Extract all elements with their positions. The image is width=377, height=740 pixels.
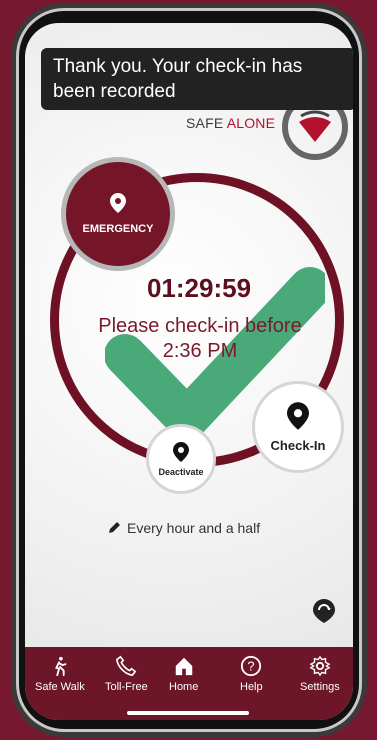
deactivate-label: Deactivate [158,466,204,477]
toast-notification: Thank you. Your check-in has been record… [41,48,353,110]
location-pin-icon [110,193,126,213]
pencil-icon [109,522,120,533]
location-refresh-icon[interactable] [311,598,337,624]
app-screen: Thank you. Your check-in has been record… [25,23,353,720]
phone-icon [116,655,137,677]
location-pin-icon [287,401,309,430]
brand-alone: ALONE [226,115,276,131]
nav-safe-walk-label: Safe Walk [35,681,85,693]
walking-person-icon [54,656,67,677]
check-in-label: Check-In [270,437,326,453]
gear-icon [309,655,331,677]
interval-label: Every hour and a half [127,520,261,536]
home-icon [175,657,192,676]
nav-settings[interactable]: Settings [300,655,340,693]
toast-message: Thank you. Your check-in has been record… [53,56,303,102]
nav-home-label: Home [169,681,199,693]
nav-toll-free-label: Toll-Free [105,681,148,693]
location-pin-icon [173,441,189,462]
nav-help[interactable]: ? Help [240,655,263,693]
nav-safe-walk[interactable]: Safe Walk [35,655,85,693]
brand-text: SAFE ALONE [186,115,275,131]
emergency-label: EMERGENCY [82,223,154,235]
home-indicator[interactable] [127,711,249,715]
brand-safe: SAFE [186,115,227,131]
check-in-interval[interactable]: Every hour and a half [107,520,260,536]
emergency-button[interactable]: EMERGENCY [61,157,175,271]
svg-text:?: ? [248,659,255,674]
bottom-navigation: Safe Walk Toll-Free Home ? Help Settings [25,647,353,720]
deactivate-button[interactable]: Deactivate [146,424,216,494]
nav-help-label: Help [240,681,263,693]
countdown-timer: 01:29:59 [146,273,252,303]
checkin-deadline-text: Please check-in before 2:36 PM [98,315,302,362]
nav-home[interactable]: Home [169,655,198,693]
nav-toll-free[interactable]: Toll-Free [105,655,148,693]
nav-settings-label: Settings [300,681,340,693]
help-icon: ? [241,655,262,677]
check-in-button[interactable]: Check-In [252,381,344,473]
